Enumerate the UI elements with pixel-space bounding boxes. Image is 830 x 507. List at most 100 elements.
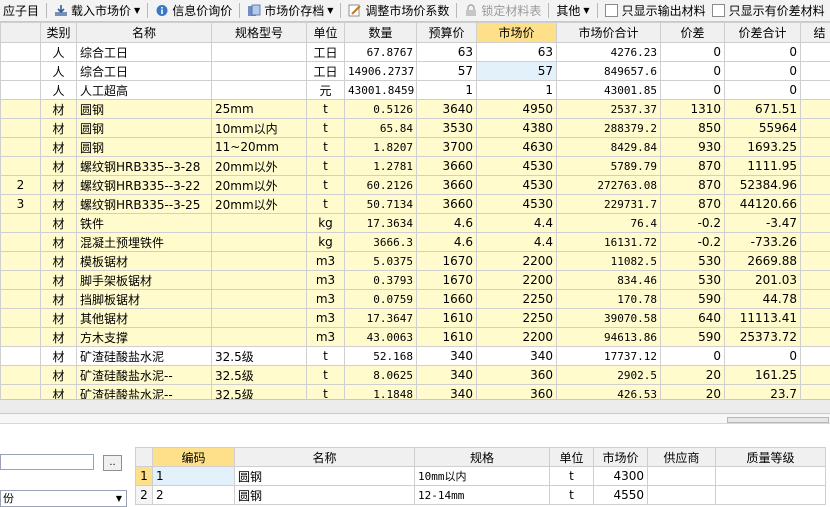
cell-quantity[interactable]: 17.3647 — [344, 308, 417, 328]
row-header[interactable] — [0, 270, 41, 290]
cell-unit[interactable]: 元 — [306, 80, 345, 100]
cell-market-price[interactable]: 4530 — [476, 156, 557, 176]
only-diff-materials-checkbox[interactable]: 只显示有价差材料 — [709, 0, 828, 21]
info-price-inquiry-button[interactable]: 信息价询价 — [152, 0, 235, 21]
cell-name[interactable]: 圆钢 — [76, 137, 212, 157]
lock-material-table-button[interactable]: 锁定材料表 — [461, 0, 544, 21]
cell-category[interactable]: 材 — [40, 384, 77, 399]
cell-budget-price[interactable]: 340 — [416, 346, 477, 366]
grid-header-price-diff[interactable]: 价差 — [660, 22, 725, 43]
grid-header-diff-total[interactable]: 价差合计 — [724, 22, 801, 43]
cell-spec[interactable]: 20mm以外 — [211, 156, 307, 176]
cell-spec[interactable]: 10mm以内 — [211, 118, 307, 138]
cell-market-total[interactable]: 288379.2 — [556, 118, 661, 138]
lookup-cell-unit[interactable]: t — [549, 485, 594, 505]
browse-button[interactable]: .. — [103, 455, 122, 471]
cell-spec[interactable] — [211, 42, 307, 62]
cell-category[interactable]: 材 — [40, 194, 77, 214]
cell-settle[interactable] — [800, 137, 830, 157]
grid-header-spec[interactable]: 规格型号 — [211, 22, 307, 43]
cell-unit[interactable]: kg — [306, 232, 345, 252]
cell-spec[interactable]: 25mm — [211, 99, 307, 119]
lookup-row-number[interactable]: 1 — [135, 466, 153, 486]
lookup-cell-supplier[interactable] — [647, 485, 716, 505]
row-header[interactable] — [0, 232, 41, 252]
cell-budget-price[interactable]: 1610 — [416, 308, 477, 328]
chevron-down-icon[interactable]: ▼ — [113, 492, 125, 505]
search-input[interactable] — [0, 454, 94, 470]
row-header[interactable] — [0, 156, 41, 176]
cell-budget-price[interactable]: 3660 — [416, 156, 477, 176]
cell-category[interactable]: 材 — [40, 118, 77, 138]
cell-spec[interactable] — [211, 270, 307, 290]
cell-unit[interactable]: 工日 — [306, 61, 345, 81]
cell-market-price[interactable]: 4630 — [476, 137, 557, 157]
row-header[interactable]: 2 — [0, 175, 41, 195]
cell-unit[interactable]: t — [306, 99, 345, 119]
cell-market-total[interactable]: 5789.79 — [556, 156, 661, 176]
cell-settle[interactable] — [800, 213, 830, 233]
cell-settle[interactable] — [800, 156, 830, 176]
cell-name[interactable]: 矿渣硅酸盐水泥-- — [76, 384, 212, 399]
cell-market-price[interactable]: 360 — [476, 384, 557, 399]
cell-name[interactable]: 螺纹钢HRB335--3-22 — [76, 175, 212, 195]
cell-budget-price[interactable]: 1610 — [416, 327, 477, 347]
table-row[interactable]: 3 材螺纹钢HRB335--3-25 20mm以外 t 50.7134 3660 4530 2… — [0, 194, 830, 214]
cell-name[interactable]: 综合工日 — [76, 61, 212, 81]
cell-budget-price[interactable]: 4.6 — [416, 232, 477, 252]
cell-spec[interactable]: 20mm以外 — [211, 175, 307, 195]
row-header[interactable] — [0, 365, 41, 385]
table-row[interactable]: 2 2 圆钢 12-14mm t 4550 — [135, 485, 826, 505]
cell-price-diff[interactable]: 20 — [660, 365, 725, 385]
category-select[interactable]: 份 ▼ — [0, 490, 127, 507]
cell-settle[interactable] — [800, 365, 830, 385]
cell-diff-total[interactable]: 44.78 — [724, 289, 801, 309]
cell-diff-total[interactable]: -733.26 — [724, 232, 801, 252]
cell-market-total[interactable]: 2537.37 — [556, 99, 661, 119]
cell-diff-total[interactable]: 2669.88 — [724, 251, 801, 271]
splitter-handle[interactable] — [727, 417, 829, 423]
lookup-cell-name[interactable]: 圆钢 — [234, 485, 415, 505]
table-row[interactable]: 材螺纹钢HRB335--3-28 20mm以外 t 1.2781 3660 4530 578… — [0, 156, 830, 176]
cell-name[interactable]: 混凝土预埋铁件 — [76, 232, 212, 252]
cell-market-price[interactable]: 2250 — [476, 308, 557, 328]
grid-header-settle[interactable]: 结 — [800, 22, 830, 43]
cell-diff-total[interactable]: 23.7 — [724, 384, 801, 399]
row-header[interactable] — [0, 80, 41, 100]
cell-quantity[interactable]: 1.1848 — [344, 384, 417, 399]
cell-settle[interactable] — [800, 384, 830, 399]
cell-diff-total[interactable]: 0 — [724, 42, 801, 62]
cell-category[interactable]: 材 — [40, 346, 77, 366]
cell-quantity[interactable]: 0.0759 — [344, 289, 417, 309]
cell-market-total[interactable]: 272763.08 — [556, 175, 661, 195]
cell-name[interactable]: 方木支撑 — [76, 327, 212, 347]
cell-price-diff[interactable]: 530 — [660, 270, 725, 290]
row-header[interactable] — [0, 61, 41, 81]
cell-price-diff[interactable]: 590 — [660, 289, 725, 309]
cell-quantity[interactable]: 50.7134 — [344, 194, 417, 214]
cell-budget-price[interactable]: 3660 — [416, 194, 477, 214]
cell-spec[interactable] — [211, 213, 307, 233]
cell-budget-price[interactable]: 4.6 — [416, 213, 477, 233]
cell-market-price[interactable]: 2200 — [476, 251, 557, 271]
cell-market-price[interactable]: 360 — [476, 365, 557, 385]
cell-settle[interactable] — [800, 194, 830, 214]
cell-quantity[interactable]: 65.84 — [344, 118, 417, 138]
row-header[interactable] — [0, 384, 41, 399]
cell-budget-price[interactable]: 1670 — [416, 270, 477, 290]
cell-price-diff[interactable]: 530 — [660, 251, 725, 271]
cell-budget-price[interactable]: 3530 — [416, 118, 477, 138]
panel-splitter[interactable] — [0, 414, 830, 424]
cell-diff-total[interactable]: 0 — [724, 346, 801, 366]
cell-settle[interactable] — [800, 61, 830, 81]
cell-quantity[interactable]: 52.168 — [344, 346, 417, 366]
cell-price-diff[interactable]: 0 — [660, 346, 725, 366]
cell-settle[interactable] — [800, 289, 830, 309]
grid-header-category[interactable]: 类别 — [40, 22, 77, 43]
cell-market-price[interactable]: 4380 — [476, 118, 557, 138]
cell-market-total[interactable]: 849657.6 — [556, 61, 661, 81]
table-row[interactable]: 材矿渣硅酸盐水泥-- 32.5级 t 1.1848 340 360 426.53 20 23.7 — [0, 384, 830, 399]
lookup-header-price[interactable]: 市场价 — [593, 447, 648, 467]
cell-quantity[interactable]: 14906.2737 — [344, 61, 417, 81]
cell-category[interactable]: 人 — [40, 61, 77, 81]
